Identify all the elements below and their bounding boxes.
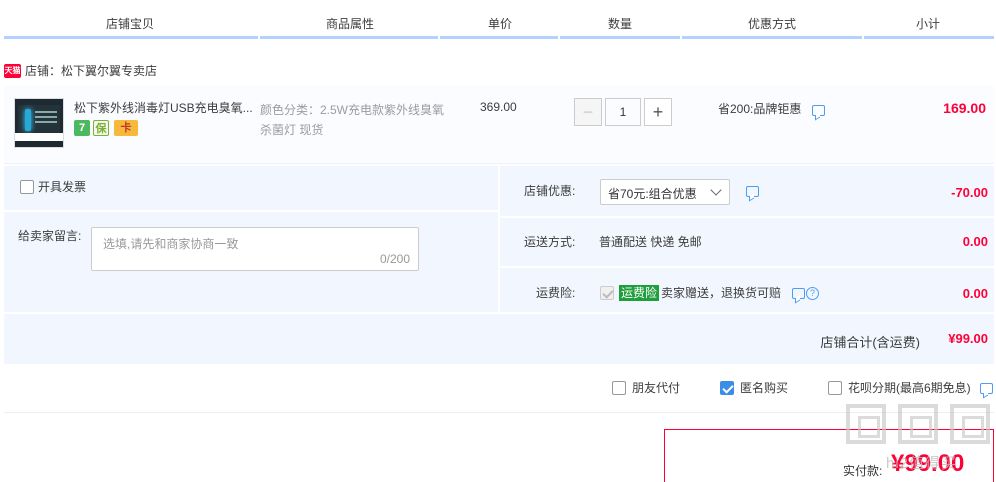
cart-item-row: 松下紫外线消毒灯USB充电臭氧... 7 保 卡 颜色分类：2.5W充电款紫外线…	[4, 86, 994, 164]
insurance-amount: 0.00	[962, 286, 988, 301]
message-label: 给卖家留言:	[18, 229, 82, 243]
invoice-label[interactable]: 开具发票	[38, 179, 86, 195]
watermark-text: hi2值得买	[886, 455, 958, 472]
product-attributes: 颜色分类：2.5W充电款紫外线臭氧杀菌灯 现货	[260, 103, 445, 137]
item-subtotal: 169.00	[943, 100, 986, 116]
header-rule	[260, 36, 438, 39]
thumb-lamp	[25, 109, 31, 131]
shipping-label: 运送方式:	[524, 235, 576, 249]
watermark-glyph	[846, 404, 886, 444]
friend-pay-label[interactable]: 朋友代付	[632, 380, 680, 396]
col-subtotal: 小计	[915, 17, 940, 31]
panel-divider	[498, 166, 500, 312]
col-discount: 优惠方式	[747, 17, 796, 31]
col-unit-price: 单价	[487, 17, 512, 31]
cart-header: 店铺宝贝 商品属性 单价 数量 优惠方式 小计	[0, 0, 996, 40]
shop-discount-select[interactable]: 省70元:组合优惠	[600, 179, 730, 205]
guarantee-icon[interactable]: 保	[93, 120, 109, 136]
header-rule	[4, 36, 258, 39]
shipping-amount: 0.00	[962, 234, 988, 249]
tmall-badge-icon: 天猫	[4, 64, 21, 78]
header-rule	[440, 36, 558, 39]
shipping-method: 普通配送 快递 免邮	[599, 235, 702, 249]
seller-message-input[interactable]: 选填,请先和商家协商一致 0/200	[91, 227, 419, 271]
friend-pay-checkbox[interactable]	[612, 381, 626, 395]
header-rule	[682, 36, 862, 39]
row-divider	[500, 216, 994, 218]
col-attributes: 商品属性	[325, 17, 374, 31]
comment-icon[interactable]	[792, 288, 805, 299]
watermark-logo: hi2值得买	[846, 404, 992, 474]
product-title-link[interactable]: 松下紫外线消毒灯USB充电臭氧...	[74, 100, 258, 116]
shop-name-link[interactable]: 店铺：松下翼尔翼专卖店	[25, 63, 157, 79]
insurance-text: 卖家赠送，退换货可赔	[661, 286, 782, 300]
shop-total-amount: ¥99.00	[948, 331, 988, 346]
credit-card-icon[interactable]: 卡	[114, 120, 138, 136]
watermark-glyph	[950, 404, 990, 444]
watermark-glyph	[898, 404, 938, 444]
insurance-tag: 运费险	[619, 285, 660, 301]
insurance-label: 运费险:	[536, 286, 576, 300]
comment-icon[interactable]	[812, 105, 825, 116]
shop-discount-value: 省70元:组合优惠	[608, 187, 697, 201]
anonymous-checkbox[interactable]	[720, 381, 734, 395]
header-rule	[864, 36, 994, 39]
order-details-panel: 开具发票 给卖家留言: 选填,请先和商家协商一致 0/200 店铺优惠: 省70…	[4, 166, 994, 364]
comment-icon[interactable]	[746, 186, 759, 197]
help-icon[interactable]: ?	[806, 287, 819, 300]
thumb-text-lines	[35, 111, 57, 113]
row-divider	[4, 210, 498, 212]
shop-discount-label: 店铺优惠:	[524, 184, 576, 198]
invoice-checkbox[interactable]	[20, 180, 34, 194]
comment-icon[interactable]	[980, 383, 993, 394]
message-counter: 0/200	[379, 252, 410, 266]
row-divider	[500, 266, 994, 268]
message-placeholder: 选填,请先和商家协商一致	[103, 237, 239, 251]
product-thumbnail[interactable]	[14, 98, 64, 148]
shop-total-label: 店铺合计(含运费)	[820, 335, 920, 350]
huabei-label[interactable]: 花呗分期(最高6期免息)	[848, 380, 971, 396]
item-discount: 省200:品牌钜惠	[718, 102, 802, 116]
chevron-down-icon	[710, 184, 722, 196]
col-shop-item: 店铺宝贝	[105, 17, 154, 31]
huabei-checkbox[interactable]	[828, 381, 842, 395]
shop-discount-amount: -70.00	[951, 185, 988, 200]
thumb-bar	[15, 133, 63, 141]
quantity-decrease-button[interactable]: −	[574, 98, 602, 126]
anonymous-label[interactable]: 匿名购买	[740, 380, 788, 396]
quantity-input[interactable]: 1	[605, 98, 641, 126]
insurance-checkbox	[600, 286, 614, 300]
seven-day-return-icon[interactable]: 7	[74, 120, 90, 136]
quantity-increase-button[interactable]: +	[644, 98, 672, 126]
row-divider	[4, 312, 994, 314]
quantity-stepper: − 1 +	[574, 98, 672, 126]
unit-price: 369.00	[480, 100, 517, 114]
header-rule	[560, 36, 680, 39]
col-quantity: 数量	[607, 17, 632, 31]
